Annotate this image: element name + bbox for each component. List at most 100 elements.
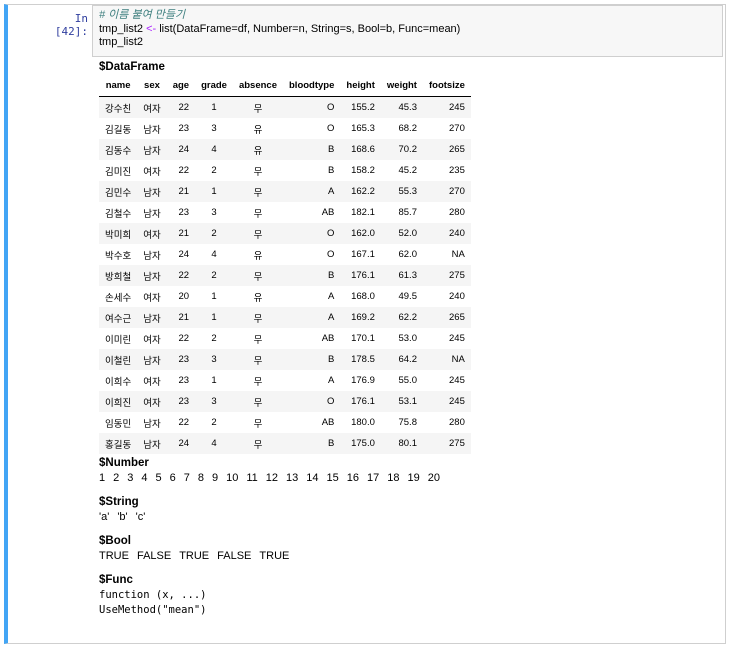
code-comment-line: # 이름 붙여 만들기 bbox=[99, 9, 186, 21]
number-item: 6 bbox=[169, 472, 176, 484]
cell-sex: 남자 bbox=[143, 124, 161, 136]
cell-weight: 52.0 bbox=[398, 228, 417, 239]
cell-bloodtype: O bbox=[327, 102, 335, 113]
cell-height: 165.3 bbox=[351, 123, 375, 134]
cell-footsize: 270 bbox=[449, 123, 465, 134]
table-row: 김철수 남자 23 3 무 AB 182.1 85.7 280 bbox=[99, 202, 471, 223]
cell-sex: 여자 bbox=[143, 292, 161, 304]
cell-bloodtype: A bbox=[328, 375, 335, 386]
cell-weight: 68.2 bbox=[398, 123, 417, 134]
cell-grade: 2 bbox=[211, 270, 217, 281]
cell-name: 김미진 bbox=[105, 166, 132, 178]
dataframe-table: name sex age grade absence bloodtype height wei… bbox=[99, 75, 471, 454]
cell-bloodtype: O bbox=[327, 249, 335, 260]
number-item: 17 bbox=[367, 472, 380, 484]
cell-name: 김민수 bbox=[105, 187, 132, 199]
cell-height: 167.1 bbox=[351, 249, 375, 260]
cell-bloodtype: B bbox=[328, 165, 335, 176]
cell-name: 박수호 bbox=[105, 250, 132, 262]
cell-grade: 1 bbox=[211, 312, 217, 323]
table-row: 김미진 여자 22 2 무 B 158.2 45.2 235 bbox=[99, 160, 471, 181]
number-item: 2 bbox=[113, 472, 120, 484]
cell-weight: 53.1 bbox=[398, 396, 417, 407]
cell-name: 박미희 bbox=[105, 229, 132, 241]
cell-sex: 남자 bbox=[143, 418, 161, 430]
cell-height: 176.9 bbox=[351, 375, 375, 386]
cell-grade: 1 bbox=[211, 375, 217, 386]
cell-age: 23 bbox=[178, 375, 190, 386]
column-header-bloodtype: bloodtype bbox=[283, 75, 341, 97]
cell-sex: 남자 bbox=[143, 208, 161, 220]
cell-sex: 여자 bbox=[143, 103, 161, 115]
cell-footsize: 265 bbox=[449, 312, 465, 323]
string-title: $String bbox=[99, 496, 139, 508]
cell-height: 162.0 bbox=[351, 228, 375, 239]
cell-absence: 무 bbox=[253, 313, 263, 325]
cell-weight: 45.3 bbox=[398, 102, 417, 113]
cell-weight: 62.2 bbox=[398, 312, 417, 323]
cell-age: 24 bbox=[178, 144, 190, 155]
cell-age: 20 bbox=[178, 291, 190, 302]
table-row: 여수근 남자 21 1 무 A 169.2 62.2 265 bbox=[99, 307, 471, 328]
cell-name: 이희수 bbox=[105, 376, 132, 388]
cell-footsize: 245 bbox=[449, 375, 465, 386]
cell-weight: 64.2 bbox=[398, 354, 417, 365]
number-item: 20 bbox=[427, 472, 441, 484]
cell-footsize: 240 bbox=[449, 228, 465, 239]
column-header-weight: weight bbox=[380, 75, 423, 97]
bool-item: FALSE bbox=[136, 550, 172, 562]
cell-grade: 4 bbox=[211, 144, 217, 155]
cell-name: 강수친 bbox=[105, 103, 132, 115]
cell-height: 176.1 bbox=[351, 396, 375, 407]
cell-grade: 2 bbox=[211, 333, 217, 344]
cell-bloodtype: B bbox=[328, 354, 335, 365]
cell-absence: 무 bbox=[253, 166, 263, 178]
cell-grade: 4 bbox=[211, 249, 217, 260]
cell-footsize: 275 bbox=[449, 270, 465, 281]
column-header-name: name bbox=[99, 75, 138, 97]
code-input-area[interactable]: # 이름 붙여 만들기 tmp_list2 <- list(DataFrame=… bbox=[92, 5, 723, 57]
table-row: 손세수 여자 20 1 유 A 168.0 49.5 240 bbox=[99, 286, 471, 307]
cell-name: 이희진 bbox=[105, 397, 132, 409]
cell-height: 168.6 bbox=[351, 144, 375, 155]
table-header-row: name sex age grade absence bloodtype height wei… bbox=[99, 75, 471, 97]
dataframe-title: $DataFrame bbox=[99, 61, 165, 73]
number-vector: 1 2 3 4 5 6 7 8 9 10 11 12 13 14 15 16 17 18 19 20 bbox=[99, 471, 471, 485]
cell-sex: 남자 bbox=[143, 145, 161, 157]
number-item: 7 bbox=[183, 472, 190, 484]
table-row: 이희진 여자 23 3 무 O 176.1 53.1 245 bbox=[99, 391, 471, 412]
number-item: 13 bbox=[286, 472, 299, 484]
cell-sex: 여자 bbox=[143, 334, 161, 346]
func-title: $Func bbox=[99, 574, 133, 586]
cell-footsize: 235 bbox=[449, 165, 465, 176]
cell-absence: 유 bbox=[253, 124, 263, 136]
table-row: 방희철 남자 22 2 무 B 176.1 61.3 275 bbox=[99, 265, 471, 286]
string-item: 'b' bbox=[117, 511, 128, 523]
cell-grade: 3 bbox=[211, 396, 217, 407]
table-row: 박수호 남자 24 4 유 O 167.1 62.0 NA bbox=[99, 244, 471, 265]
func-line-1: function (x, ...) bbox=[99, 589, 207, 601]
cell-bloodtype: AB bbox=[321, 417, 335, 428]
cell-bloodtype: B bbox=[328, 270, 335, 281]
assign-operator: <- bbox=[146, 22, 157, 35]
cell-absence: 무 bbox=[253, 334, 263, 346]
cell-sex: 남자 bbox=[143, 250, 161, 262]
cell-height: 170.1 bbox=[351, 333, 375, 344]
number-item: 16 bbox=[346, 472, 360, 484]
cell-age: 24 bbox=[178, 438, 190, 449]
table-row: 홍길동 남자 24 4 무 B 175.0 80.1 275 bbox=[99, 433, 471, 454]
cell-age: 22 bbox=[178, 102, 190, 113]
cell-weight: 75.8 bbox=[398, 417, 417, 428]
cell-name: 이철린 bbox=[105, 355, 132, 367]
cell-bloodtype: O bbox=[327, 396, 335, 407]
cell-absence: 무 bbox=[253, 103, 263, 115]
cell-age: 23 bbox=[178, 123, 190, 134]
number-item: 12 bbox=[265, 472, 279, 484]
cell-grade: 1 bbox=[211, 102, 217, 113]
cell-height: 168.0 bbox=[351, 291, 375, 302]
cell-absence: 무 bbox=[253, 376, 263, 388]
table-row: 임동민 남자 22 2 무 AB 180.0 75.8 280 bbox=[99, 412, 471, 433]
cell-weight: 62.0 bbox=[398, 249, 417, 260]
cell-grade: 2 bbox=[211, 165, 217, 176]
number-item: 8 bbox=[197, 472, 204, 484]
